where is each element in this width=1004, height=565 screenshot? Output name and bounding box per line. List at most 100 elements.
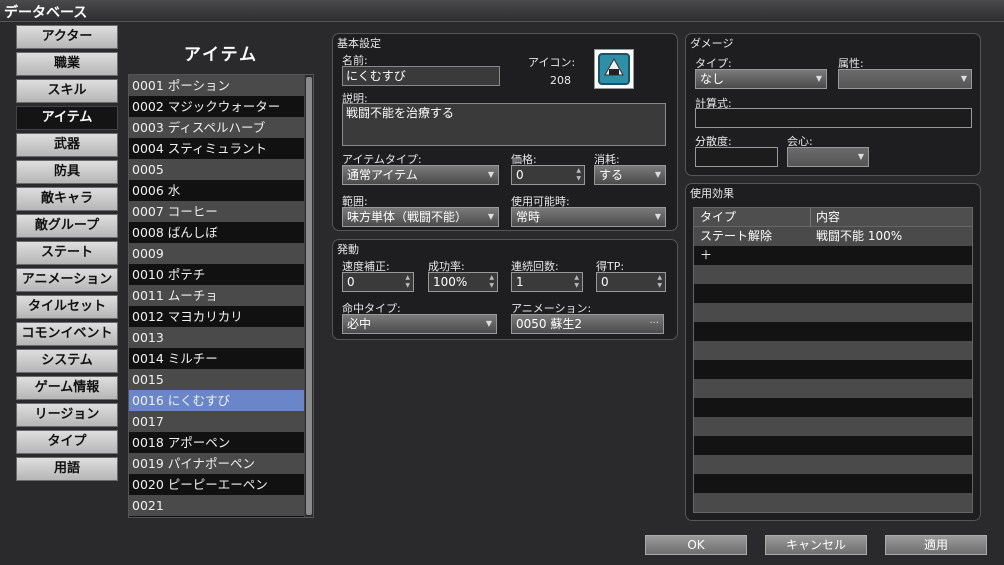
category-button[interactable]: 武器: [16, 133, 118, 157]
dropdown-arrow-icon: ▼: [960, 74, 967, 83]
effects-table[interactable]: タイプ 内容 ステート解除 戦闘不能 100% ＋: [693, 207, 973, 513]
dropdown-arrow-icon: ▼: [654, 212, 661, 221]
spinner-arrows-icon[interactable]: ▲ ▼: [574, 274, 579, 290]
effect-row[interactable]: [694, 379, 972, 398]
icon-selector[interactable]: [594, 49, 634, 89]
description-input[interactable]: 戦闘不能を治療する: [342, 103, 666, 146]
category-button[interactable]: 職業: [16, 52, 118, 76]
list-item[interactable]: 0013: [129, 327, 304, 348]
consumable-dropdown[interactable]: する ▼: [594, 165, 666, 185]
success-value: 100%: [433, 275, 468, 289]
effect-row[interactable]: [694, 474, 972, 493]
list-item[interactable]: 0016 にくむすび: [129, 390, 304, 411]
variance-input[interactable]: [695, 147, 778, 167]
speed-value: 0: [347, 275, 355, 289]
effect-row[interactable]: ＋: [694, 246, 972, 265]
scroll-thumb[interactable]: [306, 77, 312, 515]
category-button[interactable]: 防具: [16, 160, 118, 184]
effects-header: タイプ 内容: [694, 208, 972, 227]
category-button[interactable]: リージョン: [16, 403, 118, 427]
category-button[interactable]: タイルセット: [16, 295, 118, 319]
price-spinner[interactable]: 0 ▲ ▼: [511, 165, 585, 185]
effect-row[interactable]: [694, 398, 972, 417]
list-item[interactable]: 0007 コーヒー: [129, 201, 304, 222]
critical-dropdown[interactable]: ▼: [787, 147, 869, 167]
list-item[interactable]: 0015: [129, 369, 304, 390]
effect-type: ＋: [700, 248, 713, 262]
effect-row[interactable]: [694, 303, 972, 322]
list-item[interactable]: 0008 ばんしぼ: [129, 222, 304, 243]
hit-type-dropdown[interactable]: 必中 ▼: [342, 314, 497, 334]
tp-spinner[interactable]: 0 ▲ ▼: [596, 272, 666, 292]
list-item[interactable]: 0009: [129, 243, 304, 264]
list-item[interactable]: 0006 水: [129, 180, 304, 201]
effect-row[interactable]: [694, 455, 972, 474]
list-item[interactable]: 0019 パイナポーペン: [129, 453, 304, 474]
effect-row[interactable]: [694, 417, 972, 436]
icon-label: アイコン:: [528, 56, 576, 69]
category-button[interactable]: スキル: [16, 79, 118, 103]
ok-button[interactable]: OK: [645, 535, 747, 555]
scope-dropdown[interactable]: 味方単体（戦闘不能） ▼: [342, 207, 499, 227]
effect-row[interactable]: [694, 265, 972, 284]
list-item[interactable]: 0005: [129, 159, 304, 180]
list-item[interactable]: 0001 ポーション: [129, 75, 304, 96]
list-item[interactable]: 0014 ミルチー: [129, 348, 304, 369]
list-item[interactable]: 0002 マジックウォーター: [129, 96, 304, 117]
effect-row[interactable]: [694, 493, 972, 512]
effect-row[interactable]: [694, 341, 972, 360]
list-item[interactable]: 0017: [129, 411, 304, 432]
spinner-arrows-icon[interactable]: ▲ ▼: [489, 274, 494, 290]
list-item[interactable]: 0020 ピーピーエーペン: [129, 474, 304, 495]
icon-index: 208: [550, 74, 571, 87]
spinner-arrows-icon[interactable]: ▲ ▼: [657, 274, 662, 290]
category-button[interactable]: ゲーム情報: [16, 376, 118, 400]
list-scrollbar[interactable]: [304, 75, 313, 517]
speed-spinner[interactable]: 0 ▲ ▼: [342, 272, 414, 292]
category-button[interactable]: ステート: [16, 241, 118, 265]
list-item[interactable]: 0004 スティミュラント: [129, 138, 304, 159]
damage-type-dropdown[interactable]: なし ▼: [695, 69, 827, 89]
list-item[interactable]: 0010 ポテチ: [129, 264, 304, 285]
success-spinner[interactable]: 100% ▲ ▼: [428, 272, 498, 292]
effect-row[interactable]: [694, 360, 972, 379]
effect-row[interactable]: ステート解除 戦闘不能 100%: [694, 227, 972, 246]
effect-row[interactable]: [694, 436, 972, 455]
element-dropdown[interactable]: ▼: [838, 69, 972, 89]
animation-selector[interactable]: 0050 蘇生2 ···: [511, 314, 664, 334]
section-title: ダメージ: [690, 37, 734, 50]
dropdown-arrow-icon: ▼: [485, 319, 492, 328]
list-item[interactable]: 0021: [129, 495, 304, 516]
list-item[interactable]: 0011 ムーチョ: [129, 285, 304, 306]
effect-row[interactable]: [694, 322, 972, 341]
dropdown-arrow-icon: ▼: [815, 74, 822, 83]
category-button[interactable]: コモンイベント: [16, 322, 118, 346]
list-item[interactable]: 0012 マヨカリカリ: [129, 306, 304, 327]
category-button[interactable]: アニメーション: [16, 268, 118, 292]
spinner-arrows-icon[interactable]: ▲ ▼: [405, 274, 410, 290]
occasion-dropdown[interactable]: 常時 ▼: [511, 207, 666, 227]
rice-ball-icon: [598, 53, 630, 85]
category-button[interactable]: アイテム: [16, 106, 118, 130]
category-button[interactable]: システム: [16, 349, 118, 373]
category-button[interactable]: 敵グループ: [16, 214, 118, 238]
category-button[interactable]: アクター: [16, 25, 118, 49]
effect-row[interactable]: [694, 284, 972, 303]
dropdown-arrow-icon: ▼: [654, 170, 661, 179]
repeat-spinner[interactable]: 1 ▲ ▼: [511, 272, 583, 292]
category-button[interactable]: 用語: [16, 457, 118, 481]
dropdown-arrow-icon: ▼: [487, 212, 494, 221]
name-input[interactable]: にくむすび: [342, 66, 500, 86]
consumable-value: する: [599, 168, 624, 182]
spinner-arrows-icon[interactable]: ▲ ▼: [576, 167, 581, 183]
cancel-button[interactable]: キャンセル: [765, 535, 867, 555]
list-item[interactable]: 0003 ディスペルハーブ: [129, 117, 304, 138]
list-title: アイテム: [183, 45, 259, 65]
item-list[interactable]: 0001 ポーション 0002 マジックウォーター 0003 ディスペルハーブ 000…: [128, 74, 314, 518]
category-button[interactable]: タイプ: [16, 430, 118, 454]
apply-button[interactable]: 適用: [885, 535, 987, 555]
category-button[interactable]: 敵キャラ: [16, 187, 118, 211]
list-item[interactable]: 0018 アポーペン: [129, 432, 304, 453]
formula-input[interactable]: [695, 108, 972, 128]
item-type-dropdown[interactable]: 通常アイテム ▼: [342, 165, 499, 185]
